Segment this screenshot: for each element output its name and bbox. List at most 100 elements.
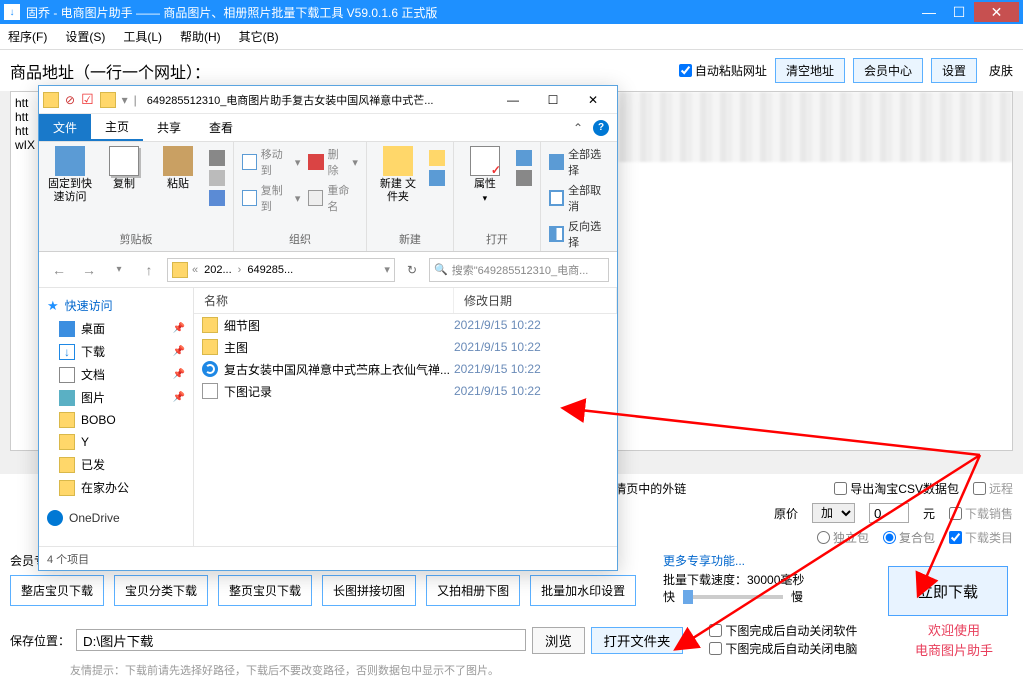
refresh-button[interactable]: ↻ [401,263,423,277]
download-category-checkbox[interactable]: 下载类目 [949,529,1013,546]
nav-quick-access[interactable]: ★快速访问 [39,294,193,317]
download-now-button[interactable]: 立即下载 [888,566,1008,616]
tab-view[interactable]: 查看 [195,114,247,141]
whole-shop-download-button[interactable]: 整店宝贝下载 [10,575,104,606]
skin-link[interactable]: 皮肤 [989,62,1013,79]
price-op-select[interactable]: 加 [812,503,855,523]
speed-slider[interactable] [683,595,783,599]
new-folder-button[interactable]: 新建 文件夹 [375,146,421,204]
nav-desktop[interactable]: 桌面📌 [39,317,193,340]
copy-button[interactable]: 复制 [101,146,147,191]
price-value-input[interactable] [869,503,909,523]
explorer-search-input[interactable]: 🔍搜索"649285512310_电商... [429,258,609,282]
delete-button[interactable]: 删除 ▾ [308,146,358,178]
text-file-icon [202,383,218,399]
auto-paste-checkbox[interactable]: 自动粘贴网址 [679,62,767,79]
tab-home[interactable]: 主页 [91,114,143,141]
auto-close-pc-checkbox[interactable]: 下图完成后自动关闭电脑 [709,640,857,657]
folder-icon [202,317,218,333]
watermark-button[interactable]: 批量加水印设置 [530,575,636,606]
ribbon-collapse-icon[interactable]: ⌃ [573,121,583,135]
clear-url-button[interactable]: 清空地址 [775,58,845,83]
properties-button[interactable]: 属性▾ [462,146,508,204]
list-item[interactable]: 细节图2021/9/15 10:22 [194,314,617,336]
menu-settings[interactable]: 设置(S) [65,28,105,45]
export-csv-checkbox[interactable]: 导出淘宝CSV数据包 [834,480,959,497]
qat-check-icon[interactable]: ☑ [81,91,94,108]
history-dropdown[interactable]: ▾ [107,258,131,282]
more-functions-link[interactable]: 更多专享功能... [663,552,863,569]
explorer-status-bar: 4 个项目 [39,546,617,570]
settings-button[interactable]: 设置 [931,58,977,83]
youpai-download-button[interactable]: 又拍相册下图 [426,575,520,606]
nav-pictures[interactable]: 图片📌 [39,386,193,409]
pkg-single-radio[interactable]: 独立包 [817,529,869,546]
qat-pin-icon[interactable]: ⊘ [65,93,75,107]
remote-checkbox[interactable]: 远程 [973,480,1013,497]
browse-button[interactable]: 浏览 [532,627,585,654]
invert-select-button[interactable]: 反向选择 [549,218,609,250]
col-date[interactable]: 修改日期 [454,288,617,313]
long-image-button[interactable]: 长图拼接切图 [322,575,416,606]
member-center-button[interactable]: 会员中心 [853,58,923,83]
tab-file[interactable]: 文件 [39,114,91,141]
exp-minimize-button[interactable]: — [493,88,533,112]
nav-sent[interactable]: 已发 [39,453,193,476]
ie-icon [202,361,218,377]
list-item[interactable]: 复古女装中国风禅意中式苎麻上衣仙气禅...2021/9/15 10:22 [194,358,617,380]
nav-downloads[interactable]: ↓下载📌 [39,340,193,363]
menu-tools[interactable]: 工具(L) [123,28,162,45]
rename-button[interactable]: 重命名 [308,182,358,214]
help-icon[interactable]: ? [593,120,609,136]
pkg-combo-radio[interactable]: 复合包 [883,529,935,546]
blurred-area [612,92,1012,162]
maximize-button[interactable]: ☐ [944,2,974,22]
pin-to-quick-button[interactable]: 固定到快 速访问 [47,146,93,204]
exp-maximize-button[interactable]: ☐ [533,88,573,112]
list-item[interactable]: 下图记录2021/9/15 10:22 [194,380,617,402]
menu-program[interactable]: 程序(F) [8,28,47,45]
qat-folder-icon[interactable] [100,92,116,108]
col-name[interactable]: 名称 [194,288,454,313]
download-sales-checkbox[interactable]: 下载销售 [949,505,1013,522]
open-folder-button[interactable]: 打开文件夹 [591,627,684,654]
welcome-text: 欢迎使用 电商图片助手 [915,621,993,661]
price-label: 原价 [774,505,798,522]
menu-other[interactable]: 其它(B) [239,28,279,45]
nav-home-office[interactable]: 在家办公 [39,476,193,499]
nav-bobo[interactable]: BOBO [39,409,193,431]
folder-icon [172,262,188,278]
list-item[interactable]: 主图2021/9/15 10:22 [194,336,617,358]
app-title: 固乔 - 电商图片助手 —— 商品图片、相册照片批量下载工具 V59.0.1.6… [26,4,914,21]
back-button[interactable]: ← [47,258,71,282]
main-titlebar: ↓ 固乔 - 电商图片助手 —— 商品图片、相册照片批量下载工具 V59.0.1… [0,0,1023,24]
url-label: 商品地址（一行一个网址）： [10,59,210,83]
copyto-button[interactable]: 复制到 ▾ [242,182,300,214]
exp-close-button[interactable]: ✕ [573,88,613,112]
address-bar[interactable]: « 202... › 649285... ▾ [167,258,395,282]
nav-y[interactable]: Y [39,431,193,453]
file-explorer-window: ⊘ ☑ ▾ | 649285512310_电商图片助手复古女装中国风禅意中式芒.… [38,85,618,571]
select-all-button[interactable]: 全部选择 [549,146,609,178]
save-tip: 友情提示：下载前请先选择好路径，下载后不要改变路径，否则数据包中显示不了图片。 [70,662,1013,678]
explorer-title: 649285512310_电商图片助手复古女装中国风禅意中式芒... [147,92,493,108]
nav-onedrive[interactable]: OneDrive [39,507,193,529]
category-download-button[interactable]: 宝贝分类下载 [114,575,208,606]
paste-button[interactable]: 粘贴 [155,146,201,191]
file-list-header[interactable]: 名称 修改日期 [194,288,617,314]
save-path-input[interactable] [76,629,526,651]
auto-close-app-checkbox[interactable]: 下图完成后自动关闭软件 [709,622,857,639]
forward-button[interactable]: → [77,258,101,282]
main-menubar: 程序(F) 设置(S) 工具(L) 帮助(H) 其它(B) [0,24,1023,50]
speed-label: 批量下载速度：30000毫秒 [663,571,863,588]
select-none-button[interactable]: 全部取消 [549,182,609,214]
minimize-button[interactable]: — [914,2,944,22]
close-button[interactable]: ✕ [974,2,1019,22]
moveto-button[interactable]: 移动到 ▾ [242,146,300,178]
folder-icon [202,339,218,355]
page-download-button[interactable]: 整页宝贝下载 [218,575,312,606]
nav-documents[interactable]: 文档📌 [39,363,193,386]
tab-share[interactable]: 共享 [143,114,195,141]
up-button[interactable]: ↑ [137,258,161,282]
menu-help[interactable]: 帮助(H) [180,28,221,45]
